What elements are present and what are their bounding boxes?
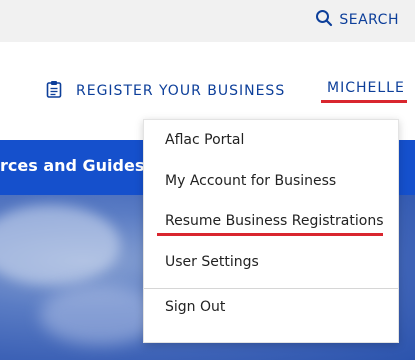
menu-item-aflac-portal[interactable]: Aflac Portal	[165, 132, 244, 148]
menu-item-sign-out[interactable]: Sign Out	[165, 299, 225, 315]
search-link[interactable]: SEARCH	[315, 9, 399, 31]
menu-divider	[144, 288, 398, 289]
menu-item-resume-registrations[interactable]: Resume Business Registrations	[165, 213, 383, 229]
user-dropdown-menu: Aflac Portal My Account for Business Res…	[143, 119, 399, 343]
resume-registrations-highlight	[157, 233, 383, 236]
register-business-link[interactable]: REGISTER YOUR BUSINESS	[46, 79, 285, 103]
banner-title: rces and Guides	[0, 156, 145, 175]
register-business-label: REGISTER YOUR BUSINESS	[76, 83, 286, 99]
menu-item-user-settings[interactable]: User Settings	[165, 254, 259, 270]
hero-image-detail	[0, 205, 120, 285]
user-menu-highlight	[321, 100, 407, 103]
top-bar: SEARCH	[0, 0, 415, 42]
user-menu-toggle[interactable]: MICHELLE	[327, 80, 405, 102]
search-icon	[315, 9, 333, 31]
clipboard-icon	[46, 80, 62, 102]
hero-image-detail	[40, 285, 160, 345]
menu-item-my-account[interactable]: My Account for Business	[165, 173, 336, 189]
search-label: SEARCH	[339, 12, 399, 28]
